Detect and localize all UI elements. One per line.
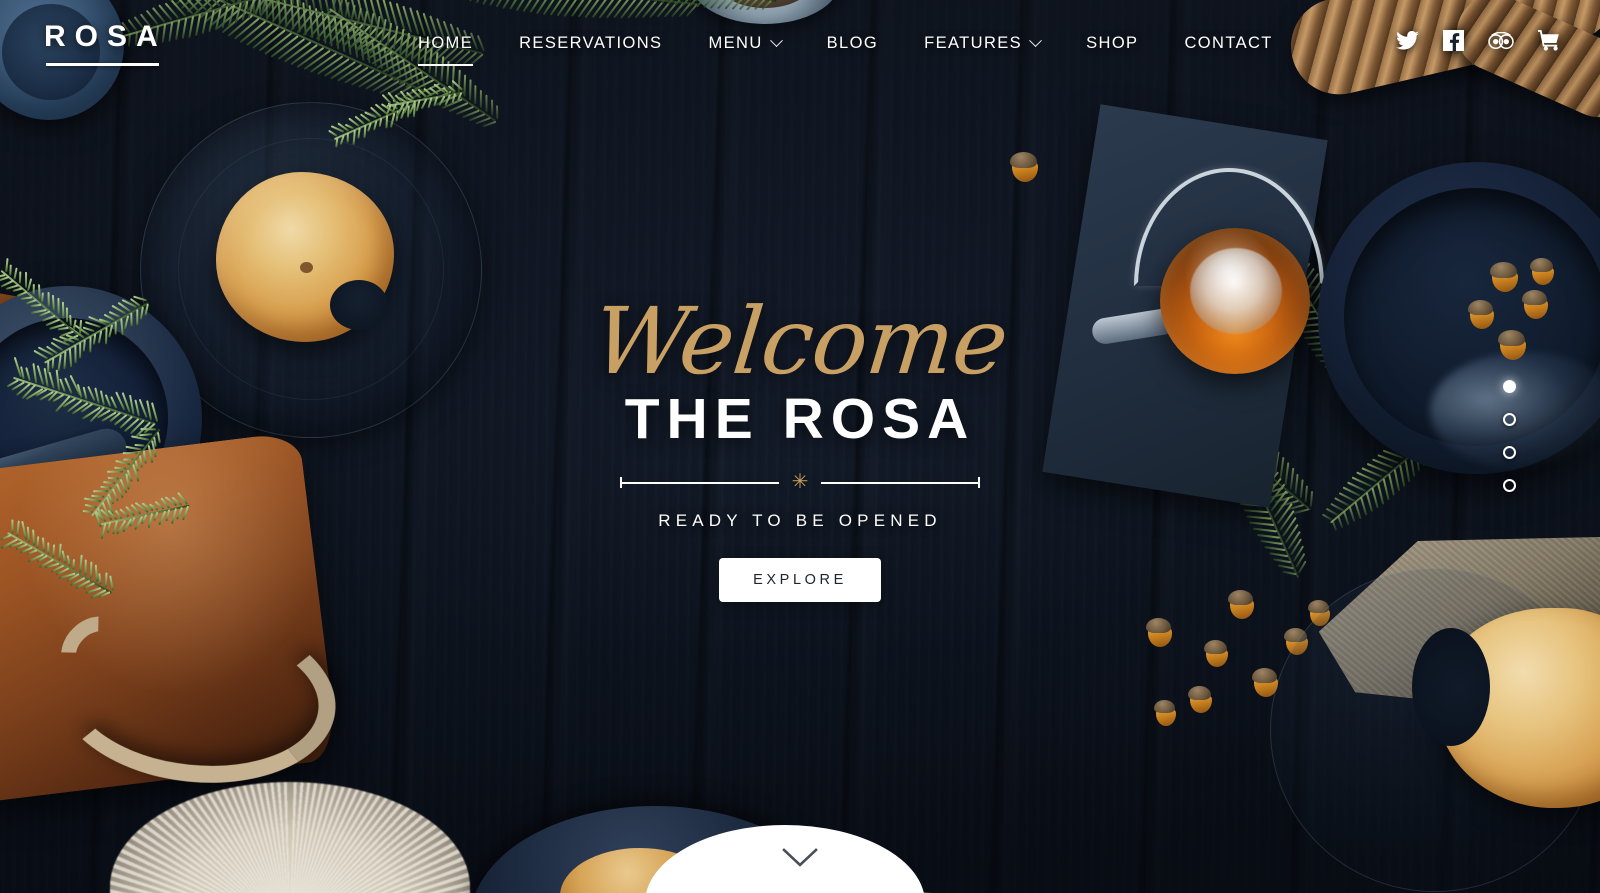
page-root: ROSA HOME RESERVATIONS MENU BLOG FEATURES SHO…: [0, 0, 1600, 893]
nav-item-shop[interactable]: SHOP: [1086, 34, 1138, 53]
cart-icon[interactable]: [1538, 30, 1560, 51]
logo[interactable]: ROSA: [44, 22, 167, 66]
logo-underline: [46, 63, 159, 66]
nav-item-blog[interactable]: BLOG: [827, 34, 878, 53]
nav-item-label: MENU: [708, 34, 762, 53]
nav-item-reservations[interactable]: RESERVATIONS: [519, 34, 662, 53]
logo-text: ROSA: [44, 22, 167, 52]
tripadvisor-icon[interactable]: [1488, 32, 1514, 50]
chevron-down-icon: [770, 34, 783, 47]
slider-dot-2[interactable]: [1503, 413, 1516, 426]
slider-pagination: [1503, 380, 1516, 492]
nav-item-home[interactable]: HOME: [418, 34, 473, 53]
nav-item-label: SHOP: [1086, 34, 1138, 53]
nav-item-label: FEATURES: [924, 34, 1022, 53]
main-navigation: HOME RESERVATIONS MENU BLOG FEATURES SHOP CONT…: [418, 34, 1273, 53]
nav-item-label: BLOG: [827, 34, 878, 53]
divider-line-right: [821, 482, 978, 484]
slider-dot-1[interactable]: [1503, 380, 1516, 393]
divider-line-left: [622, 482, 779, 484]
social-links: [1396, 30, 1560, 51]
nav-item-contact[interactable]: CONTACT: [1184, 34, 1272, 53]
nav-item-menu[interactable]: MENU: [708, 34, 780, 53]
nav-item-label: RESERVATIONS: [519, 34, 662, 53]
nav-item-label: HOME: [418, 34, 473, 53]
divider-cap-right: [978, 477, 980, 488]
twitter-icon[interactable]: [1396, 31, 1419, 50]
chevron-down-icon: [1029, 34, 1042, 47]
hero-title: THE ROSA: [625, 390, 976, 450]
scroll-down-chevron-icon[interactable]: [781, 847, 819, 869]
hero-section: Welcome THE ROSA ✳ READY TO BE OPENED EX…: [0, 296, 1600, 602]
explore-button[interactable]: EXPLORE: [719, 558, 881, 602]
ui-overlay: ROSA HOME RESERVATIONS MENU BLOG FEATURES SHO…: [0, 0, 1600, 893]
hero-script-text: Welcome: [589, 296, 1011, 388]
facebook-icon[interactable]: [1443, 30, 1464, 51]
hero-subtitle: READY TO BE OPENED: [658, 511, 942, 531]
divider-asterisk-icon: ✳: [779, 472, 822, 492]
site-header: ROSA HOME RESERVATIONS MENU BLOG FEATURES SHO…: [0, 0, 1600, 92]
nav-item-features[interactable]: FEATURES: [924, 34, 1040, 53]
hero-divider: ✳: [620, 473, 980, 493]
slider-dot-3[interactable]: [1503, 446, 1516, 459]
slider-dot-4[interactable]: [1503, 479, 1516, 492]
nav-item-label: CONTACT: [1184, 34, 1272, 53]
